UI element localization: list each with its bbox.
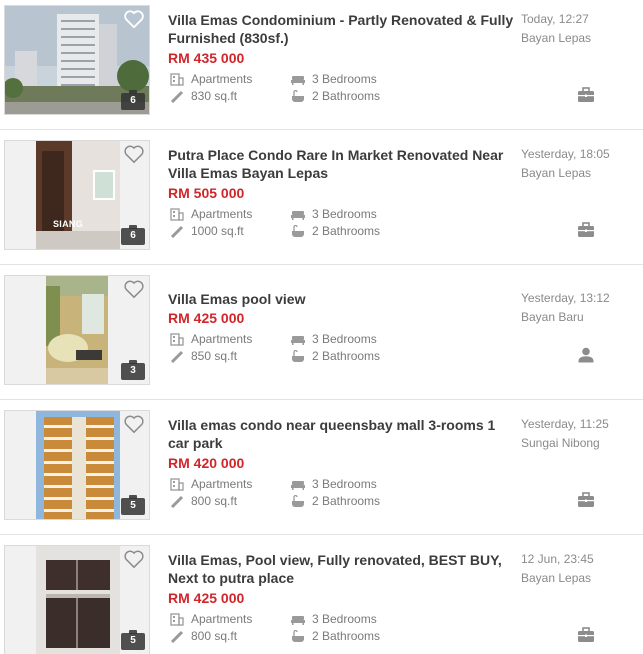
listing-price: RM 425 000 (168, 590, 245, 606)
building-icon (170, 72, 184, 86)
listing-photo[interactable]: 5 (4, 545, 150, 654)
favorite-heart-icon[interactable] (123, 414, 145, 434)
listing-price: RM 425 000 (168, 310, 245, 326)
photo-count-badge: 5 (121, 495, 145, 515)
photo-count: 3 (130, 365, 136, 376)
property-type: Apartments (170, 207, 252, 221)
property-size: 1000 sq.ft (170, 224, 244, 238)
property-size: 800 sq.ft (170, 494, 237, 508)
property-size: 830 sq.ft (170, 89, 237, 103)
bathtub-icon (292, 349, 304, 362)
favorite-heart-icon[interactable] (123, 9, 145, 29)
photo-watermark: SIANG (53, 219, 84, 229)
photo-count-badge: 6 (121, 90, 145, 110)
listing-price: RM 435 000 (168, 50, 245, 66)
property-bedrooms: 3 Bedrooms (291, 612, 377, 626)
briefcase-icon (578, 87, 594, 102)
photo-count: 6 (130, 230, 136, 241)
property-bedrooms: 3 Bedrooms (291, 477, 377, 491)
bathtub-icon (292, 629, 304, 642)
bed-icon (291, 480, 305, 490)
property-bathrooms: 2 Bathrooms (291, 349, 380, 363)
photo-count: 5 (130, 500, 136, 511)
bed-icon (291, 615, 305, 625)
property-bedrooms: 3 Bedrooms (291, 332, 377, 346)
property-size: 800 sq.ft (170, 629, 237, 643)
building-icon (170, 612, 184, 626)
bed-icon (291, 210, 305, 220)
property-bathrooms: 2 Bathrooms (291, 629, 380, 643)
photo-count-badge: 6 (121, 225, 145, 245)
listing-location: Bayan Baru (521, 310, 584, 324)
building-icon (170, 332, 184, 346)
ruler-icon (170, 90, 184, 103)
favorite-heart-icon[interactable] (123, 549, 145, 569)
listing-photo[interactable]: 3 (4, 275, 150, 385)
listing-title[interactable]: Villa Emas Condominium - Partly Renovate… (168, 11, 518, 47)
listing-card[interactable]: 6 Villa Emas Condominium - Partly Renova… (0, 0, 643, 130)
property-type: Apartments (170, 332, 252, 346)
bathtub-icon (292, 224, 304, 237)
photo-count-badge: 3 (121, 360, 145, 380)
listing-title[interactable]: Villa Emas pool view (168, 290, 518, 308)
listing-location: Sungai Nibong (521, 436, 600, 450)
property-type: Apartments (170, 612, 252, 626)
listing-date: Yesterday, 13:12 (521, 291, 610, 305)
property-bedrooms: 3 Bedrooms (291, 72, 377, 86)
listing-photo[interactable]: SIANG 6 (4, 140, 150, 250)
listing-location: Bayan Lepas (521, 31, 592, 45)
listing-card[interactable]: 3 Villa Emas pool view RM 425 000 Apartm… (0, 265, 643, 400)
property-bathrooms: 2 Bathrooms (291, 224, 380, 238)
bathtub-icon (292, 494, 304, 507)
listing-location: Bayan Lepas (521, 571, 592, 585)
favorite-heart-icon[interactable] (123, 144, 145, 164)
property-bedrooms: 3 Bedrooms (291, 207, 377, 221)
favorite-heart-icon[interactable] (123, 279, 145, 299)
listing-location: Bayan Lepas (521, 166, 592, 180)
listing-card[interactable]: SIANG 6 Putra Place Condo Rare In Market… (0, 130, 643, 265)
briefcase-icon (578, 627, 594, 642)
bathtub-icon (292, 89, 304, 102)
property-bathrooms: 2 Bathrooms (291, 494, 380, 508)
listing-photo[interactable]: 5 (4, 410, 150, 520)
photo-count: 6 (130, 95, 136, 106)
property-type: Apartments (170, 477, 252, 491)
property-size: 850 sq.ft (170, 349, 237, 363)
listing-date: Today, 12:27 (521, 12, 589, 26)
bed-icon (291, 75, 305, 85)
listing-price: RM 505 000 (168, 185, 245, 201)
briefcase-icon (578, 222, 594, 237)
photo-count: 5 (130, 635, 136, 646)
kitchen-photo (36, 546, 120, 654)
listing-title[interactable]: Putra Place Condo Rare In Market Renovat… (168, 146, 518, 182)
ruler-icon (170, 350, 184, 363)
ruler-icon (170, 630, 184, 643)
listing-photo[interactable]: 6 (4, 5, 150, 115)
listing-title[interactable]: Villa emas condo near queensbay mall 3-r… (168, 416, 518, 452)
living-room-photo (46, 276, 108, 384)
listing-title[interactable]: Villa Emas, Pool view, Fully renovated, … (168, 551, 518, 587)
listing-card[interactable]: 5 Villa Emas, Pool view, Fully renovated… (0, 535, 643, 654)
property-type: Apartments (170, 72, 252, 86)
building-icon (170, 477, 184, 491)
ruler-icon (170, 225, 184, 238)
listing-date: Yesterday, 18:05 (521, 147, 610, 161)
listing-price: RM 420 000 (168, 455, 245, 471)
interior-photo (36, 141, 120, 249)
ruler-icon (170, 495, 184, 508)
briefcase-icon (578, 492, 594, 507)
building-photo (36, 411, 120, 519)
person-icon (578, 347, 594, 363)
listing-card[interactable]: 5 Villa emas condo near queensbay mall 3… (0, 400, 643, 535)
property-bathrooms: 2 Bathrooms (291, 89, 380, 103)
listing-date: 12 Jun, 23:45 (521, 552, 594, 566)
listing-date: Yesterday, 11:25 (521, 417, 609, 431)
building-icon (170, 207, 184, 221)
photo-count-badge: 5 (121, 630, 145, 650)
bed-icon (291, 335, 305, 345)
